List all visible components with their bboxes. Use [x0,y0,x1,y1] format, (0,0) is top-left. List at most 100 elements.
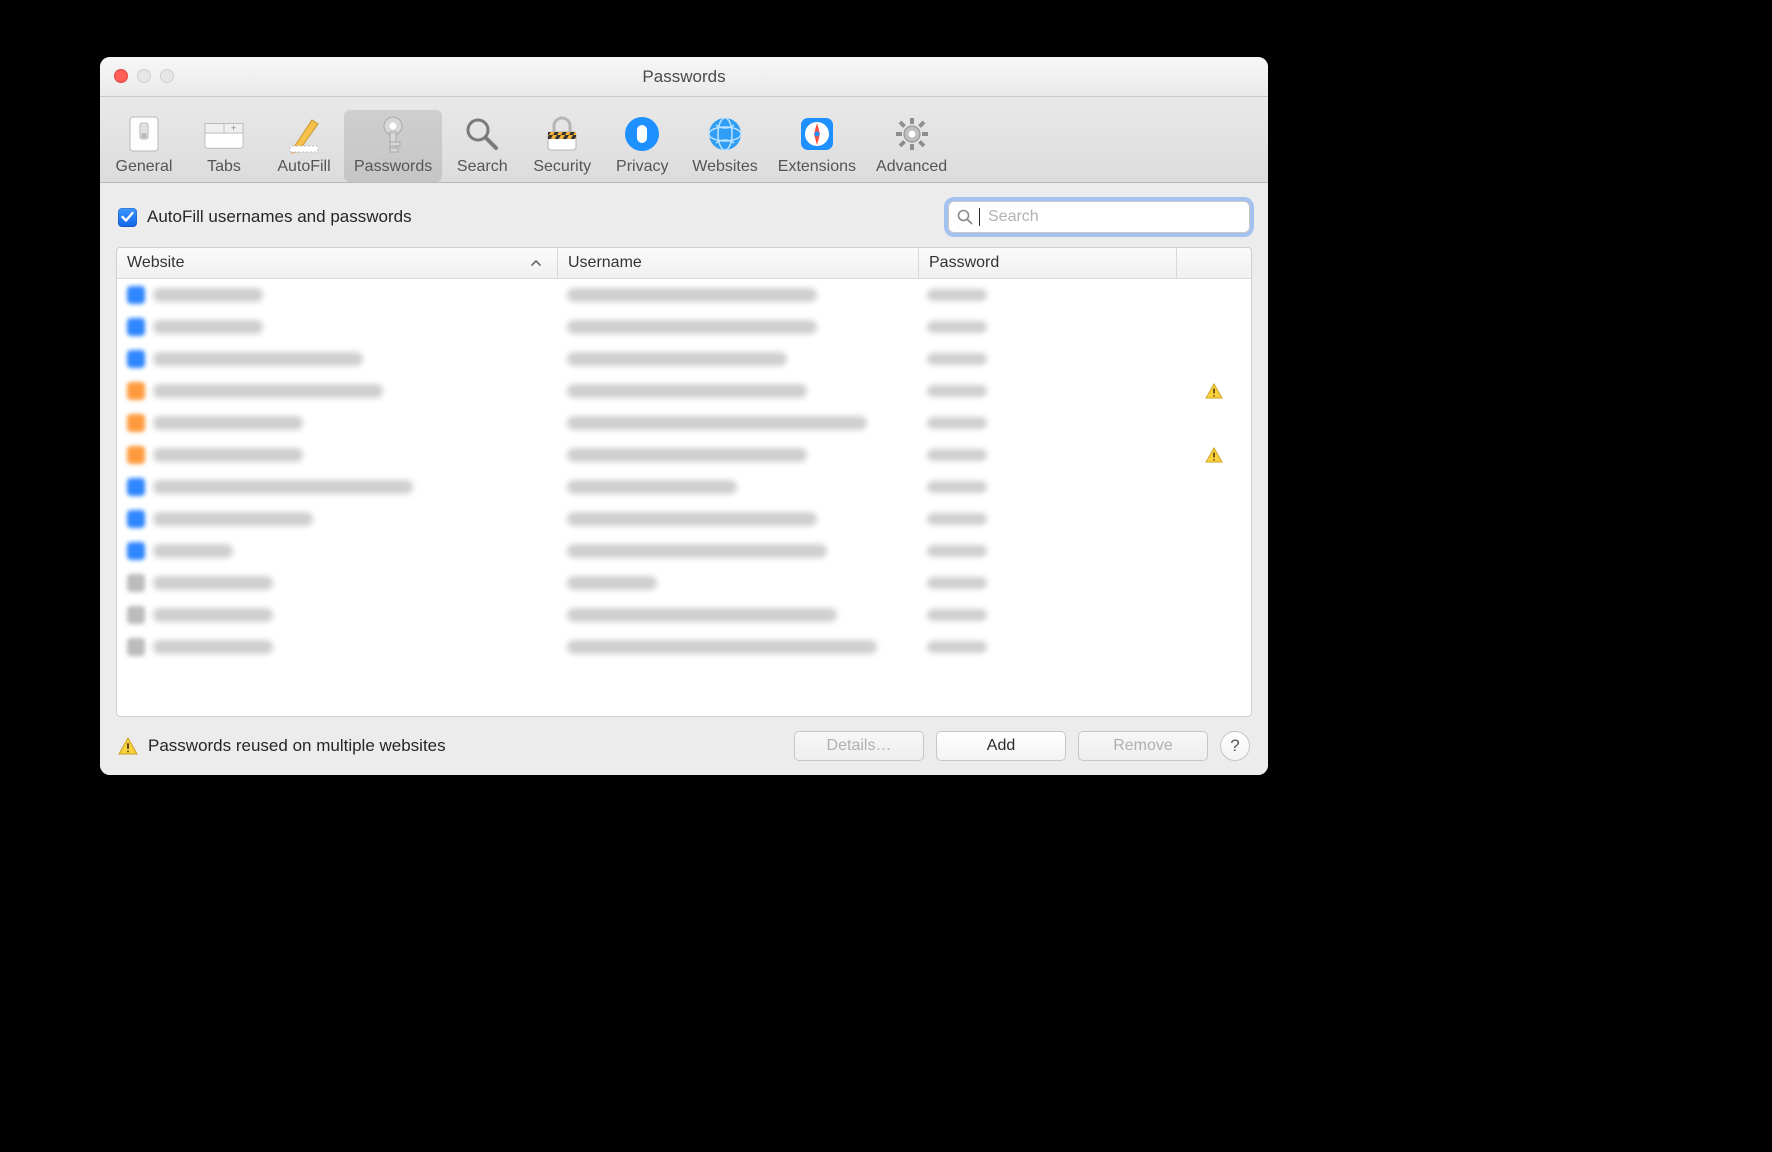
obscured-text [153,544,233,558]
window-controls [114,69,174,83]
obscured-text [153,288,263,302]
cell-password [917,641,1177,653]
table-row[interactable] [117,407,1251,439]
toolbar-item-privacy[interactable]: Privacy [602,110,682,182]
cell-website [117,574,557,592]
table-row[interactable] [117,567,1251,599]
options-row: AutoFill usernames and passwords [100,183,1268,247]
table-row[interactable] [117,631,1251,663]
websites-icon [705,114,745,154]
details-button[interactable]: Details… [794,731,924,761]
table-row[interactable] [117,343,1251,375]
search-field[interactable] [948,201,1250,233]
toolbar-item-advanced[interactable]: Advanced [866,110,957,182]
cell-username [557,512,917,526]
toolbar-label: Websites [692,158,758,176]
cell-username [557,384,917,398]
search-input[interactable] [986,207,1241,227]
obscured-text [153,480,413,494]
obscured-text [927,609,987,621]
obscured-text [567,480,737,494]
cell-password [917,353,1177,365]
column-header-website[interactable]: Website [117,248,558,278]
toolbar-item-security[interactable]: Security [522,110,602,182]
warning-icon [1205,447,1223,463]
obscured-text [153,512,313,526]
toolbar-item-tabs[interactable]: + Tabs [184,110,264,182]
toolbar-label: Security [533,158,591,176]
obscured-text [567,576,657,590]
cell-warning [1177,383,1251,399]
toolbar-label: Search [457,158,508,176]
cell-username [557,416,917,430]
favicon [127,318,145,336]
cell-username [557,352,917,366]
autofill-checkbox[interactable]: AutoFill usernames and passwords [118,207,412,227]
table-row[interactable] [117,439,1251,471]
footer-warning-label: Passwords reused on multiple websites [148,736,446,756]
preferences-window: Passwords General + Tabs AutoFill [100,57,1268,775]
toolbar-label: Passwords [354,158,432,176]
favicon [127,350,145,368]
table-row[interactable] [117,375,1251,407]
minimize-window-button[interactable] [137,69,151,83]
cell-warning [1177,447,1251,463]
favicon [127,638,145,656]
add-button[interactable]: Add [936,731,1066,761]
cell-password [917,449,1177,461]
remove-button[interactable]: Remove [1078,731,1208,761]
favicon [127,382,145,400]
toolbar-label: Extensions [778,158,856,176]
cell-password [917,417,1177,429]
table-row[interactable] [117,535,1251,567]
table-row[interactable] [117,599,1251,631]
toolbar-item-passwords[interactable]: Passwords [344,110,442,182]
toolbar-item-websites[interactable]: Websites [682,110,768,182]
text-cursor [979,208,980,226]
cell-website [117,478,557,496]
help-button[interactable]: ? [1220,731,1250,761]
favicon [127,606,145,624]
table-row[interactable] [117,279,1251,311]
obscured-text [567,384,807,398]
obscured-text [927,481,987,493]
table-body[interactable] [117,279,1251,716]
column-header-warning [1177,248,1251,278]
toolbar-item-extensions[interactable]: Extensions [768,110,866,182]
autofill-icon [284,114,324,154]
column-header-username[interactable]: Username [558,248,919,278]
cell-website [117,510,557,528]
favicon [127,478,145,496]
toolbar-label: Advanced [876,158,947,176]
cell-username [557,288,917,302]
table-row[interactable] [117,503,1251,535]
obscured-text [567,448,807,462]
table-row[interactable] [117,471,1251,503]
cell-password [917,385,1177,397]
cell-website [117,638,557,656]
toolbar-item-autofill[interactable]: AutoFill [264,110,344,182]
obscured-text [567,608,837,622]
toolbar-item-search[interactable]: Search [442,110,522,182]
cell-password [917,609,1177,621]
obscured-text [567,544,827,558]
table-row[interactable] [117,311,1251,343]
close-window-button[interactable] [114,69,128,83]
cell-password [917,481,1177,493]
table-header: Website Username Password [117,248,1251,279]
obscured-text [567,320,817,334]
obscured-text [927,577,987,589]
cell-username [557,640,917,654]
cell-password [917,545,1177,557]
toolbar-item-general[interactable]: General [104,110,184,182]
cell-website [117,606,557,624]
toolbar-label: General [116,158,173,176]
toolbar-label: AutoFill [277,158,330,176]
cell-website [117,350,557,368]
checkbox-checked-icon [118,208,137,227]
obscured-text [927,545,987,557]
favicon [127,446,145,464]
column-header-password[interactable]: Password [919,248,1177,278]
zoom-window-button[interactable] [160,69,174,83]
cell-username [557,320,917,334]
